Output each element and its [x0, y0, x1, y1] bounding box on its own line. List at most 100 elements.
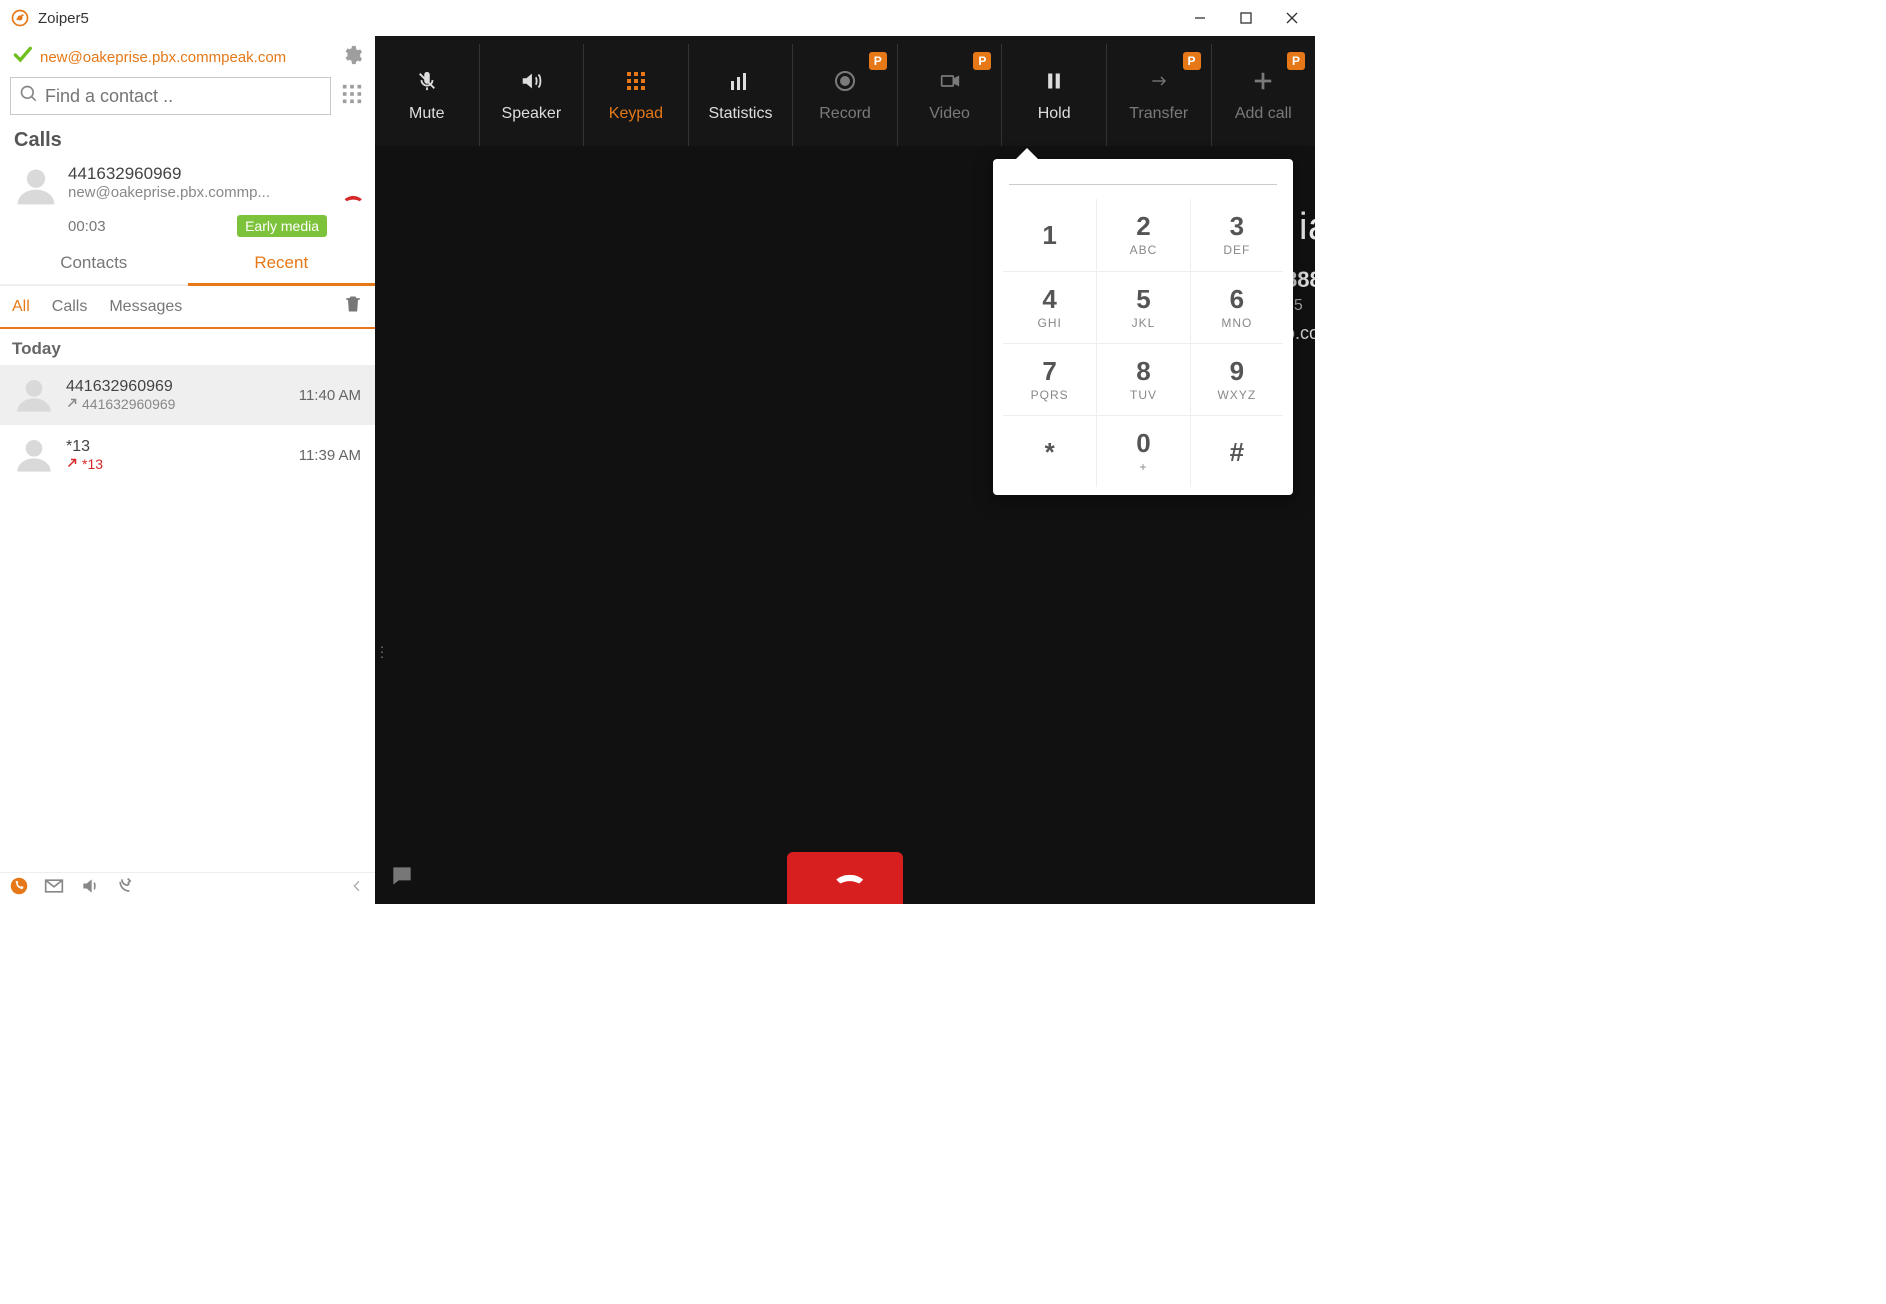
phone-icon[interactable]: [10, 877, 28, 900]
hold-button[interactable]: Hold: [1001, 44, 1106, 146]
statistics-icon: [728, 67, 752, 95]
keypad-key-1[interactable]: 1: [1003, 199, 1096, 271]
keypad-pointer: [1015, 148, 1039, 160]
recent-time: 11:39 AM: [299, 447, 361, 464]
keypad-letters: MNO: [1221, 316, 1252, 330]
filter-calls[interactable]: Calls: [52, 298, 88, 316]
keypad-letters: ABC: [1130, 243, 1158, 257]
account-label[interactable]: new@oakeprise.pbx.commpeak.com: [40, 49, 333, 66]
sidebar-footer: [0, 872, 375, 904]
hangup-button[interactable]: [787, 852, 903, 904]
recent-item[interactable]: 441632960969 441632960969 11:40 AM: [0, 365, 375, 425]
mute-button[interactable]: Mute: [375, 44, 479, 146]
keypad-letters: PQRS: [1031, 388, 1069, 402]
app-icon: [10, 8, 30, 28]
search-box[interactable]: [10, 77, 331, 115]
video-button[interactable]: P Video: [897, 44, 1002, 146]
mail-icon[interactable]: [44, 876, 64, 901]
hold-icon: [1044, 67, 1064, 95]
avatar-icon: [14, 375, 54, 415]
keypad-key-7[interactable]: 7 PQRS: [1003, 343, 1096, 415]
statistics-button[interactable]: Statistics: [688, 44, 793, 146]
keypad-digit: 2: [1136, 213, 1150, 239]
dialpad-grid-icon[interactable]: [339, 83, 365, 110]
avatar-icon: [14, 435, 54, 475]
keypad-letters: JKL: [1132, 316, 1156, 330]
contacts-recent-tabs: Contacts Recent: [0, 245, 375, 286]
active-call-card[interactable]: 441632960969 new@oakeprise.pbx.commp... …: [0, 158, 375, 245]
keypad-key-5[interactable]: 5 JKL: [1096, 271, 1189, 343]
search-icon: [19, 84, 39, 109]
keypad-button[interactable]: Keypad: [583, 44, 688, 146]
recent-sub: *13: [66, 456, 287, 472]
account-row: new@oakeprise.pbx.commpeak.com: [0, 36, 375, 77]
keypad-letters: +: [1139, 460, 1147, 474]
add-icon: [1252, 67, 1274, 95]
tab-recent[interactable]: Recent: [188, 245, 376, 286]
keypad-digit: 6: [1230, 286, 1244, 312]
speaker-icon: [518, 67, 544, 95]
keypad-key-6[interactable]: 6 MNO: [1190, 271, 1283, 343]
speaker-volume-icon[interactable]: [80, 876, 100, 901]
keypad-key-9[interactable]: 9 WXYZ: [1190, 343, 1283, 415]
trash-icon[interactable]: [343, 294, 363, 319]
chat-bubble-icon[interactable]: [389, 863, 415, 894]
keypad-digit: 8: [1136, 358, 1150, 384]
transfer-button[interactable]: P Transfer: [1106, 44, 1211, 146]
keypad-letters: WXYZ: [1217, 388, 1256, 402]
recent-filter-row: All Calls Messages: [0, 286, 375, 329]
avatar-icon: [14, 164, 58, 208]
keypad-digit: 9: [1230, 358, 1244, 384]
active-call-number: 441632960969: [68, 164, 327, 184]
maximize-button[interactable]: [1223, 0, 1269, 36]
keypad-letters: TUV: [1130, 388, 1157, 402]
settings-gear-icon[interactable]: [341, 44, 363, 71]
keypad-key-*[interactable]: *: [1003, 415, 1096, 487]
early-media-badge: Early media: [237, 215, 327, 237]
keypad-digit: 7: [1042, 358, 1056, 384]
minimize-button[interactable]: [1177, 0, 1223, 36]
keypad-key-2[interactable]: 2 ABC: [1096, 199, 1189, 271]
keypad-digit: 0: [1136, 430, 1150, 456]
keypad-key-4[interactable]: 4GHI: [1003, 271, 1096, 343]
keypad-input[interactable]: [1009, 175, 1277, 185]
filter-messages[interactable]: Messages: [109, 298, 182, 316]
close-button[interactable]: [1269, 0, 1315, 36]
recent-time: 11:40 AM: [299, 387, 361, 404]
outgoing-arrow-icon: [66, 456, 78, 472]
recent-title: 441632960969: [66, 378, 287, 396]
recent-item[interactable]: *13 *13 11:39 AM: [0, 425, 375, 485]
keypad-key-#[interactable]: #: [1190, 415, 1283, 487]
collapse-chevron-icon[interactable]: [349, 878, 365, 899]
keypad-digit: 5: [1136, 286, 1150, 312]
window-controls: [1177, 0, 1315, 36]
pro-badge: P: [973, 52, 991, 70]
keypad-key-0[interactable]: 0+: [1096, 415, 1189, 487]
keypad-digit: *: [1045, 439, 1055, 465]
record-button[interactable]: P Record: [792, 44, 897, 146]
calls-heading: Calls: [0, 125, 375, 158]
mini-hangup-icon[interactable]: [337, 185, 363, 216]
keypad-popup: 12ABC3DEF4GHI5JKL6MNO7PQRS8TUV9WXYZ*0+#: [993, 159, 1293, 495]
tab-contacts[interactable]: Contacts: [0, 245, 188, 284]
keypad-digit: 1: [1042, 222, 1056, 248]
call-pane: Mute Speaker Keypad Statistics P Record …: [375, 36, 1315, 904]
pane-drag-handle-icon[interactable]: ⋮: [375, 644, 389, 661]
video-icon: [937, 67, 963, 95]
keypad-key-3[interactable]: 3DEF: [1190, 199, 1283, 271]
keypad-grid: 12ABC3DEF4GHI5JKL6MNO7PQRS8TUV9WXYZ*0+#: [1003, 199, 1283, 487]
search-input[interactable]: [45, 86, 322, 107]
active-call-subtitle: new@oakeprise.pbx.commp...: [68, 184, 327, 201]
pro-badge: P: [1287, 52, 1305, 70]
keypad-key-8[interactable]: 8 TUV: [1096, 343, 1189, 415]
add-call-button[interactable]: P Add call: [1211, 44, 1316, 146]
active-call-duration: 00:03: [68, 218, 106, 235]
keypad-letters: GHI: [1037, 316, 1061, 330]
speaker-button[interactable]: Speaker: [479, 44, 584, 146]
pro-badge: P: [1183, 52, 1201, 70]
sidebar: new@oakeprise.pbx.commpeak.com Calls: [0, 36, 375, 904]
call-toolbar: Mute Speaker Keypad Statistics P Record …: [375, 36, 1315, 146]
keypad-letters: DEF: [1223, 243, 1250, 257]
headset-icon[interactable]: [116, 876, 136, 901]
filter-all[interactable]: All: [12, 298, 30, 316]
